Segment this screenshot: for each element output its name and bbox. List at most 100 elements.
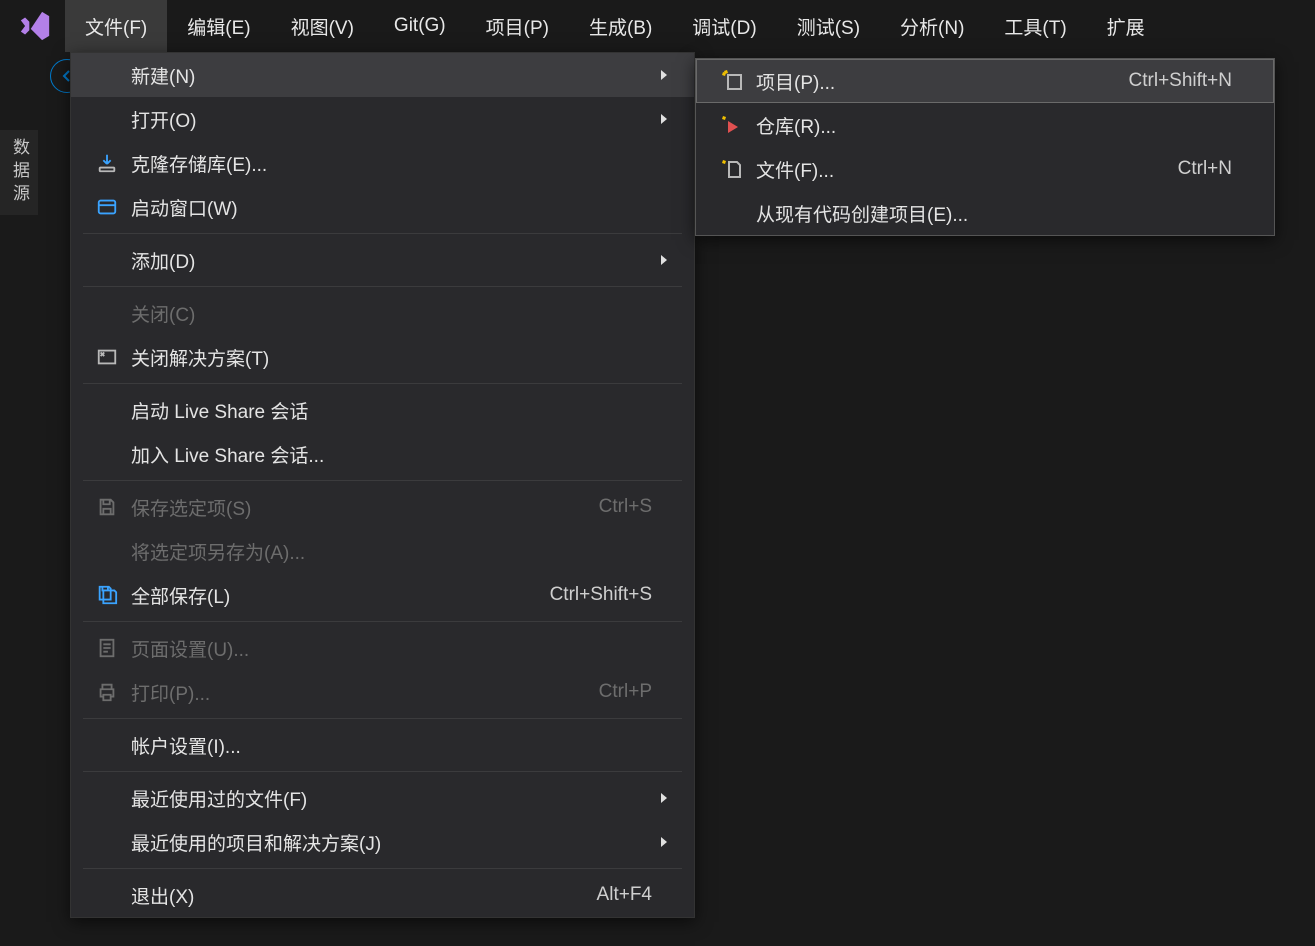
menuitem-project[interactable]: 项目(P) bbox=[466, 0, 569, 52]
menuitem-label: 退出(X) bbox=[129, 882, 597, 909]
menuitem-page-setup: 页面设置(U)... bbox=[71, 626, 694, 670]
close-window-icon bbox=[85, 346, 129, 368]
menubar: 文件(F) 编辑(E) 视图(V) Git(G) 项目(P) 生成(B) 调试(… bbox=[0, 0, 1315, 52]
print-icon bbox=[85, 681, 129, 703]
separator bbox=[83, 383, 682, 384]
menuitem-account-settings[interactable]: 帐户设置(I)... bbox=[71, 723, 694, 767]
chevron-right-icon bbox=[652, 113, 676, 125]
menuitem-edit[interactable]: 编辑(E) bbox=[167, 0, 270, 52]
menuitem-recent-projects[interactable]: 最近使用的项目和解决方案(J) bbox=[71, 820, 694, 864]
menuitem-extensions[interactable]: 扩展 bbox=[1087, 0, 1165, 52]
menuitem-save-selected-as: 将选定项另存为(A)... bbox=[71, 529, 694, 573]
menuitem-label: 调试(D) bbox=[692, 13, 756, 40]
shortcut-label: Alt+F4 bbox=[597, 884, 652, 906]
menuitem-new-repository[interactable]: 仓库(R)... bbox=[696, 103, 1274, 147]
separator bbox=[83, 286, 682, 287]
menuitem-new[interactable]: 新建(N) bbox=[71, 53, 694, 97]
chevron-right-icon bbox=[652, 836, 676, 848]
separator bbox=[83, 771, 682, 772]
menuitem-start-liveshare[interactable]: 启动 Live Share 会话 bbox=[71, 388, 694, 432]
menuitem-label: 克隆存储库(E)... bbox=[129, 150, 652, 177]
separator bbox=[83, 480, 682, 481]
menuitem-label: 视图(V) bbox=[291, 13, 354, 40]
app-logo bbox=[5, 9, 65, 43]
menuitem-save-all[interactable]: 全部保存(L) Ctrl+Shift+S bbox=[71, 573, 694, 617]
separator bbox=[83, 621, 682, 622]
menuitem-label: 关闭(C) bbox=[129, 300, 652, 327]
menuitem-clone-repository[interactable]: 克隆存储库(E)... bbox=[71, 141, 694, 185]
save-icon bbox=[85, 496, 129, 518]
menuitem-label: 全部保存(L) bbox=[129, 582, 550, 609]
menuitem-label: 帐户设置(I)... bbox=[129, 732, 652, 759]
menuitem-label: 启动窗口(W) bbox=[129, 194, 652, 221]
shortcut-label: Ctrl+Shift+N bbox=[1129, 70, 1232, 92]
separator bbox=[83, 868, 682, 869]
chevron-right-icon bbox=[652, 254, 676, 266]
chevron-right-icon bbox=[652, 69, 676, 81]
menuitem-close: 关闭(C) bbox=[71, 291, 694, 335]
new-submenu: 项目(P)... Ctrl+Shift+N 仓库(R)... 文件(F)... … bbox=[695, 58, 1275, 236]
menuitem-exit[interactable]: 退出(X) Alt+F4 bbox=[71, 873, 694, 917]
menuitem-label: 关闭解决方案(T) bbox=[129, 344, 652, 371]
menuitem-label: 编辑(E) bbox=[187, 13, 250, 40]
menuitem-recent-files[interactable]: 最近使用过的文件(F) bbox=[71, 776, 694, 820]
menuitem-label: 扩展 bbox=[1107, 13, 1145, 40]
window-icon bbox=[85, 196, 129, 218]
sidebar-tab-label: 数据源 bbox=[10, 138, 29, 207]
menuitem-label: 文件(F)... bbox=[754, 156, 1178, 183]
new-file-icon bbox=[710, 157, 754, 181]
file-menu: 新建(N) 打开(O) 克隆存储库(E)... 启动窗口(W) 添加(D) bbox=[70, 52, 695, 918]
menuitem-label: 打开(O) bbox=[129, 106, 652, 133]
menuitem-close-solution[interactable]: 关闭解决方案(T) bbox=[71, 335, 694, 379]
menuitem-label: 从现有代码创建项目(E)... bbox=[754, 200, 1232, 227]
menuitem-label: 添加(D) bbox=[129, 247, 652, 274]
menuitem-join-liveshare[interactable]: 加入 Live Share 会话... bbox=[71, 432, 694, 476]
separator bbox=[83, 718, 682, 719]
menuitem-label: 生成(B) bbox=[589, 13, 652, 40]
menuitem-build[interactable]: 生成(B) bbox=[569, 0, 672, 52]
menuitem-git[interactable]: Git(G) bbox=[374, 0, 466, 52]
shortcut-label: Ctrl+N bbox=[1178, 158, 1232, 180]
menuitem-start-window[interactable]: 启动窗口(W) bbox=[71, 185, 694, 229]
menuitem-tools[interactable]: 工具(T) bbox=[984, 0, 1086, 52]
menuitem-label: 将选定项另存为(A)... bbox=[129, 538, 652, 565]
menuitem-label: Git(G) bbox=[394, 15, 446, 37]
shortcut-label: Ctrl+Shift+S bbox=[550, 584, 652, 606]
menuitem-print: 打印(P)... Ctrl+P bbox=[71, 670, 694, 714]
new-repo-icon bbox=[710, 113, 754, 137]
menuitem-label: 项目(P) bbox=[486, 13, 549, 40]
menuitem-label: 打印(P)... bbox=[129, 679, 599, 706]
menuitem-add[interactable]: 添加(D) bbox=[71, 238, 694, 282]
download-icon bbox=[85, 152, 129, 174]
menuitem-label: 启动 Live Share 会话 bbox=[129, 397, 652, 424]
menuitem-file[interactable]: 文件(F) bbox=[65, 0, 167, 52]
menuitem-label: 分析(N) bbox=[900, 13, 964, 40]
menuitem-label: 最近使用的项目和解决方案(J) bbox=[129, 829, 652, 856]
menuitem-debug[interactable]: 调试(D) bbox=[672, 0, 776, 52]
menuitem-view[interactable]: 视图(V) bbox=[271, 0, 374, 52]
separator bbox=[83, 233, 682, 234]
chevron-right-icon bbox=[652, 792, 676, 804]
sidebar-tab-datasources[interactable]: 数据源 bbox=[0, 130, 38, 215]
menuitem-label: 测试(S) bbox=[797, 13, 860, 40]
save-all-icon bbox=[85, 584, 129, 606]
menuitem-label: 页面设置(U)... bbox=[129, 635, 652, 662]
new-project-icon bbox=[710, 69, 754, 93]
menuitem-new-project[interactable]: 项目(P)... Ctrl+Shift+N bbox=[696, 59, 1274, 103]
menuitem-new-from-existing[interactable]: 从现有代码创建项目(E)... bbox=[696, 191, 1274, 235]
menuitem-label: 保存选定项(S) bbox=[129, 494, 599, 521]
menuitem-test[interactable]: 测试(S) bbox=[777, 0, 880, 52]
menuitem-label: 项目(P)... bbox=[754, 68, 1129, 95]
menuitem-label: 仓库(R)... bbox=[754, 112, 1232, 139]
menuitem-label: 文件(F) bbox=[85, 13, 147, 40]
menuitem-new-file[interactable]: 文件(F)... Ctrl+N bbox=[696, 147, 1274, 191]
menuitem-label: 工具(T) bbox=[1004, 13, 1066, 40]
menuitem-label: 新建(N) bbox=[129, 62, 652, 89]
menuitem-label: 加入 Live Share 会话... bbox=[129, 441, 652, 468]
menuitem-analyze[interactable]: 分析(N) bbox=[880, 0, 984, 52]
shortcut-label: Ctrl+P bbox=[599, 681, 652, 703]
menuitem-label: 最近使用过的文件(F) bbox=[129, 785, 652, 812]
menuitem-open[interactable]: 打开(O) bbox=[71, 97, 694, 141]
menuitem-save-selected: 保存选定项(S) Ctrl+S bbox=[71, 485, 694, 529]
shortcut-label: Ctrl+S bbox=[599, 496, 652, 518]
